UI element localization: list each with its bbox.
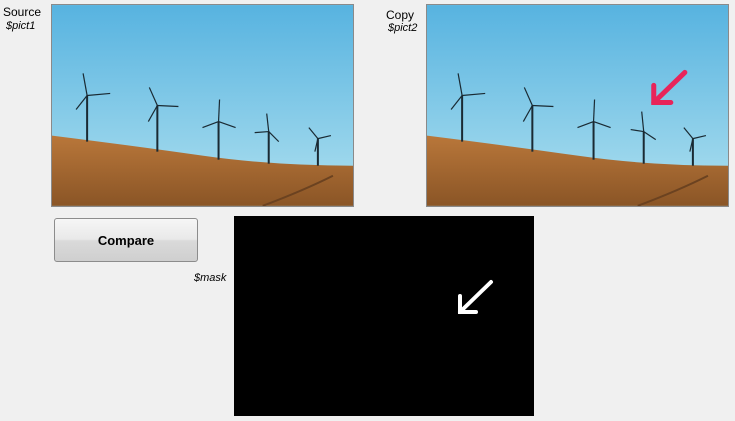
mask-picture [234,216,534,416]
compare-button[interactable]: Compare [54,218,198,262]
source-variable: $pict1 [6,20,36,32]
mask-variable: $mask [194,272,227,284]
copy-title: Copy [386,8,415,22]
source-title: Source [3,5,42,19]
windfarm-image [52,5,353,206]
copy-picture [426,4,729,207]
copy-variable: $pict2 [388,22,418,34]
arrow-down-left-icon [458,280,493,314]
windfarm-image [427,5,728,206]
source-picture [51,4,354,207]
